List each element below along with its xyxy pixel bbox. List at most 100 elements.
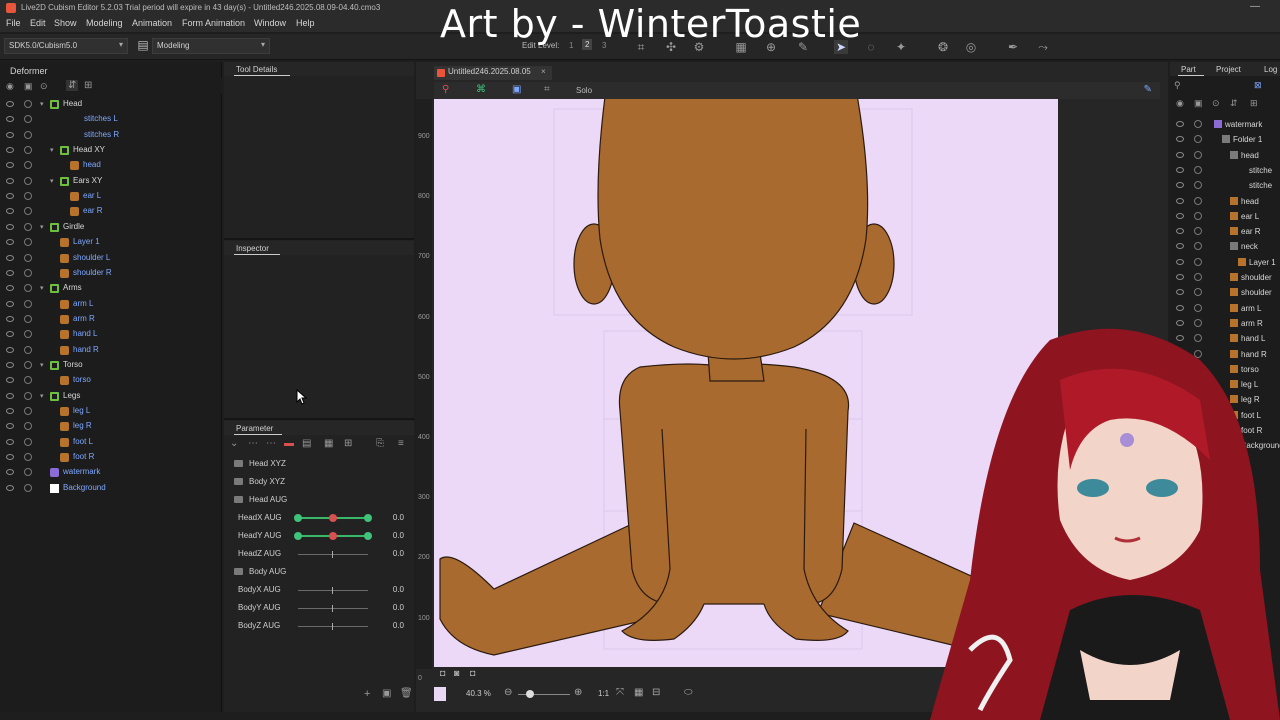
deformer-tree-item[interactable]: ▾ Girdle — [0, 220, 222, 235]
lock-toggle-icon[interactable] — [1194, 135, 1202, 144]
parameter-value[interactable]: 0.0 — [393, 603, 404, 612]
close-icon[interactable]: × — [541, 67, 546, 76]
zoom-value[interactable]: 40.3 % — [466, 689, 491, 698]
add-deformer-icon[interactable]: ⊞ — [84, 80, 92, 91]
zoom-in-icon[interactable]: ⊕ — [574, 687, 582, 698]
deformer-panel-title[interactable]: Deformer — [4, 64, 54, 78]
deformer-tree-item[interactable]: Background — [0, 481, 222, 496]
parameter-group[interactable]: Head AUG — [230, 492, 410, 508]
parameter-group[interactable]: Head XYZ — [230, 456, 410, 472]
visibility-eye-icon[interactable] — [6, 377, 14, 384]
deformer-tree-item[interactable]: hand R — [0, 343, 222, 358]
visibility-eye-icon[interactable] — [6, 454, 14, 461]
deformer-tree-item[interactable]: hand L — [0, 327, 222, 342]
expand-chevron-icon[interactable]: ▾ — [40, 284, 44, 292]
visibility-eye-icon[interactable] — [1176, 136, 1184, 143]
hierarchy-icon[interactable]: ⇵ — [1230, 98, 1238, 109]
visibility-eye-icon[interactable] — [6, 438, 14, 445]
visibility-eye-icon[interactable] — [6, 392, 14, 399]
visibility-eye-icon[interactable] — [6, 239, 14, 246]
visibility-eye-icon[interactable] — [6, 408, 14, 414]
visibility-eye-icon[interactable] — [1176, 304, 1184, 311]
grid-icon[interactable]: ▦ — [324, 438, 333, 449]
eye-icon[interactable]: ◉ — [1176, 98, 1184, 109]
zoom-ratio[interactable]: 1:1 — [598, 689, 609, 698]
part-tree-item[interactable]: stitche — [1170, 163, 1280, 178]
minimize-button[interactable]: — — [1250, 1, 1260, 12]
part-tree-item[interactable]: head — [1170, 148, 1280, 163]
expand-chevron-icon[interactable]: ▾ — [40, 392, 44, 400]
sdk-select[interactable]: SDK5.0/Cubism5.0 ▾ — [4, 38, 128, 54]
blend-icon[interactable]: ▤ — [302, 438, 311, 449]
lock-toggle-icon[interactable] — [24, 176, 32, 185]
visibility-eye-icon[interactable] — [6, 285, 14, 292]
parameter-row[interactable]: BodyX AUG 0.0 — [230, 582, 410, 598]
keyform-dot[interactable] — [364, 514, 372, 522]
expand-chevron-icon[interactable]: ▾ — [50, 177, 54, 185]
lock-toggle-icon[interactable] — [24, 161, 32, 170]
keyform-dot[interactable] — [294, 514, 302, 522]
visibility-eye-icon[interactable] — [6, 101, 14, 107]
visibility-eye-icon[interactable] — [6, 346, 14, 353]
parameter-slider[interactable] — [298, 554, 368, 555]
menu-file[interactable]: File — [6, 18, 21, 28]
lock-toggle-icon[interactable] — [24, 238, 32, 247]
zoom-out-icon[interactable]: ⊖ — [504, 687, 512, 698]
deformer-tree-item[interactable]: torso — [0, 373, 222, 388]
visibility-eye-icon[interactable] — [1176, 289, 1184, 296]
menu-window[interactable]: Window — [254, 18, 286, 28]
lock-toggle-icon[interactable] — [24, 422, 32, 431]
collapse-icon[interactable]: ⌄ — [230, 438, 238, 449]
part-tree-item[interactable]: Layer 1 — [1170, 255, 1280, 270]
trash-icon[interactable]: 🗑 — [400, 688, 413, 699]
visibility-eye-icon[interactable] — [1176, 182, 1184, 189]
lock-toggle-icon[interactable] — [1194, 257, 1202, 266]
visibility-eye-icon[interactable] — [1176, 228, 1184, 235]
lock-toggle-icon[interactable] — [1194, 211, 1202, 220]
deformer-tree-item[interactable]: ▾ Head XY — [0, 143, 222, 158]
parameter-title[interactable]: Parameter — [236, 424, 273, 433]
parameter-row[interactable]: HeadX AUG 0.0 — [230, 510, 410, 526]
lock-toggle-icon[interactable] — [24, 483, 32, 492]
keyform-dot[interactable] — [294, 532, 302, 540]
keyform-icon[interactable]: ⋯ — [248, 438, 258, 449]
visibility-eye-icon[interactable] — [6, 469, 14, 476]
part-tree-item[interactable]: neck — [1170, 239, 1280, 254]
guide-icon[interactable]: ⊟ — [652, 687, 660, 698]
visibility-eye-icon[interactable] — [1176, 274, 1184, 280]
parameter-value[interactable]: 0.0 — [393, 531, 404, 540]
camera-icon[interactable]: ◘ — [440, 668, 445, 678]
deformer-tree-item[interactable]: shoulder R — [0, 266, 222, 281]
frame-icon[interactable]: ▣ — [512, 84, 521, 95]
search-icon[interactable]: ⚲ — [1174, 80, 1181, 91]
visibility-eye-icon[interactable] — [6, 193, 14, 200]
lock-toggle-icon[interactable] — [24, 115, 32, 124]
parameter-row[interactable]: BodyY AUG 0.0 — [230, 600, 410, 616]
menu-form-animation[interactable]: Form Animation — [182, 18, 245, 28]
eye-icon[interactable]: ◉ — [6, 81, 14, 92]
pin-icon[interactable]: ⚲ — [442, 84, 449, 95]
lock-toggle-icon[interactable] — [1194, 181, 1202, 190]
part-tree-item[interactable]: Folder 1 — [1170, 132, 1280, 147]
lock-toggle-icon[interactable] — [1194, 120, 1202, 128]
visibility-eye-icon[interactable] — [6, 254, 14, 261]
parameter-value[interactable]: 0.0 — [393, 585, 404, 594]
part-tree-item[interactable]: shoulder — [1170, 285, 1280, 300]
lock-toggle-icon[interactable] — [24, 100, 32, 108]
parameter-slider[interactable] — [298, 608, 368, 609]
parameter-slider[interactable] — [298, 626, 368, 627]
mesh-view-icon[interactable]: ⌗ — [544, 84, 550, 95]
target-icon[interactable]: ◎ — [964, 40, 978, 54]
visibility-eye-icon[interactable] — [6, 269, 14, 276]
deformer-tree-item[interactable]: stitches R — [0, 128, 222, 143]
deformer-tree-item[interactable]: arm L — [0, 297, 222, 312]
visibility-eye-icon[interactable] — [6, 315, 14, 322]
copy-icon[interactable]: ⎘ — [376, 438, 384, 449]
visibility-eye-icon[interactable] — [1176, 166, 1184, 173]
keyform-dot[interactable] — [364, 532, 372, 540]
grid-toggle-icon[interactable]: ▦ — [634, 687, 643, 698]
add-part-icon[interactable]: ⊞ — [1250, 98, 1258, 109]
expand-chevron-icon[interactable]: ▾ — [40, 361, 44, 369]
lock-toggle-icon[interactable] — [1194, 227, 1202, 236]
lock-toggle-icon[interactable] — [1194, 150, 1202, 159]
